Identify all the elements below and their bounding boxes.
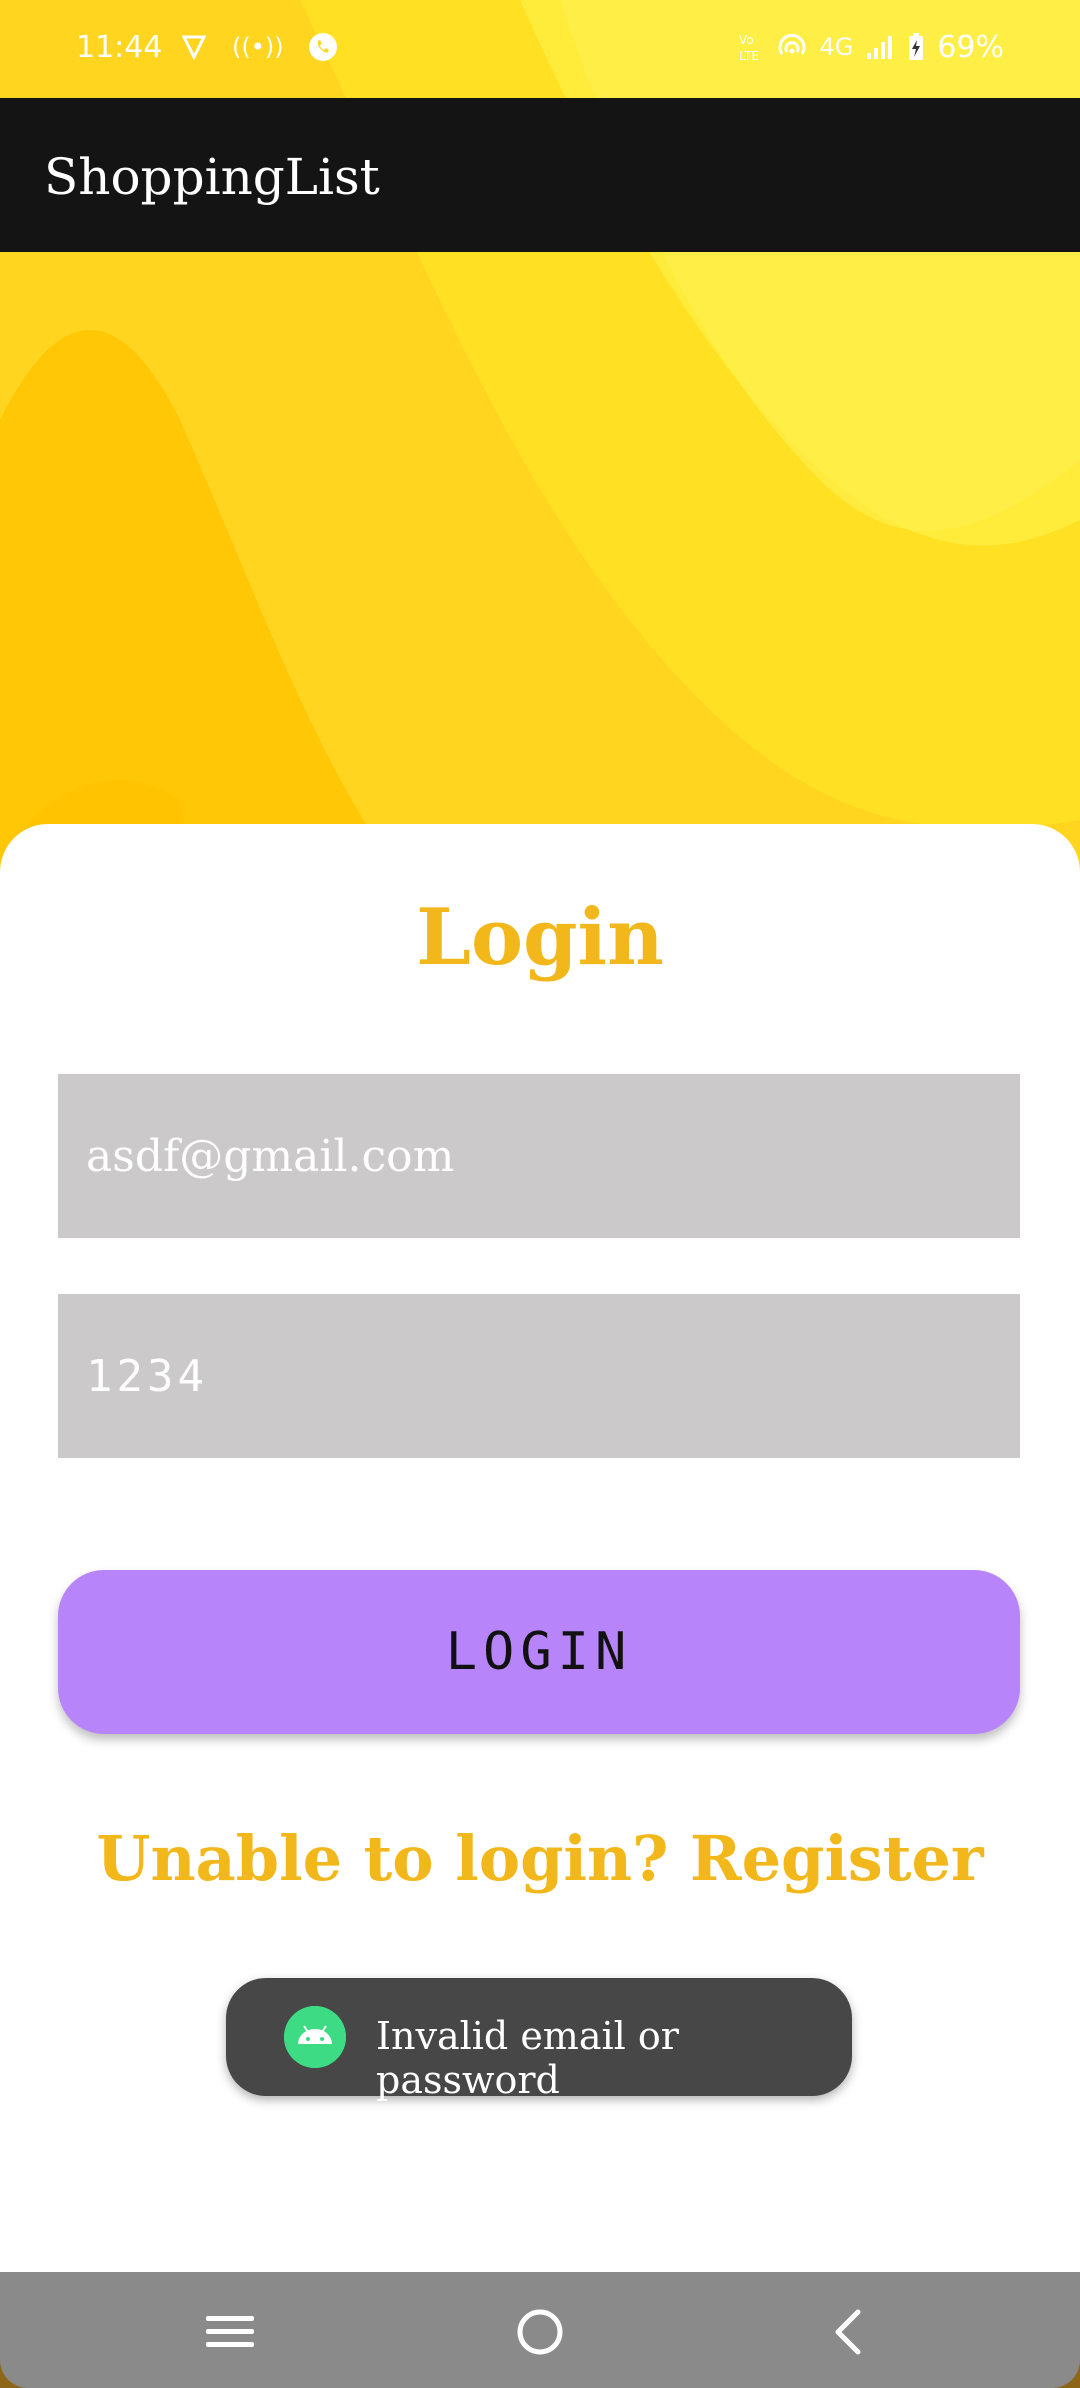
back-chevron-icon [835,2309,861,2355]
hotspot-icon [777,30,807,64]
login-title: Login [416,892,664,983]
password-value: 1234 [86,1350,208,1402]
vpn-icon [180,30,208,64]
register-link[interactable]: Unable to login? Register [0,1822,1080,1895]
android-icon [284,2006,346,2068]
login-button-label: LOGIN [445,1622,633,1682]
call-icon [308,30,338,64]
home-circle-icon [517,2309,563,2355]
login-button[interactable]: LOGIN [58,1570,1020,1734]
status-bar: 11:44 ((•)) Vo LTE 4G 69% [0,0,1080,98]
navigation-bar [0,2272,1080,2388]
status-time: 11:44 [76,30,163,65]
app-bar: ShoppingList [0,98,1080,252]
status-right-icons: Vo LTE 4G 69% [739,29,1004,65]
status-left-icons: ((•)) [180,30,338,64]
network-type: 4G [819,33,854,61]
password-field[interactable]: 1234 [58,1294,1020,1458]
email-field[interactable]: asdf@gmail.com [58,1074,1020,1238]
battery-charging-icon [907,30,925,64]
battery-level: 69% [937,29,1004,65]
error-toast: Invalid email or password [226,1978,852,2102]
menu-icon [206,2316,254,2347]
app-title: ShoppingList [44,148,380,206]
back-button[interactable] [820,2302,880,2362]
svg-text:LTE: LTE [739,49,759,62]
svg-text:Vo: Vo [739,33,754,47]
email-value: asdf@gmail.com [86,1130,455,1182]
home-button[interactable] [510,2302,570,2362]
toast-message: Invalid email or password [376,2014,679,2102]
signal-icon [865,30,895,64]
broadcast-icon: ((•)) [232,33,284,61]
volte-icon: Vo LTE [739,30,765,64]
recent-apps-button[interactable] [200,2302,260,2362]
